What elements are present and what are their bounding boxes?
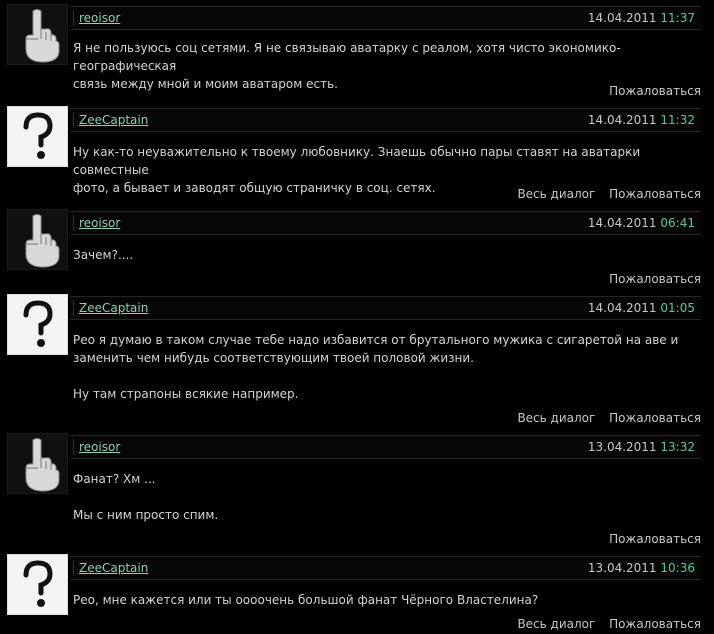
comment-actions: Весь диалог Пожаловаться — [507, 187, 701, 203]
comment-header: reoisor 13.04.2011 13:32 — [70, 435, 701, 459]
dialog-link[interactable]: Весь диалог — [517, 617, 595, 631]
avatar[interactable] — [7, 106, 68, 167]
middle-finger-icon — [8, 210, 67, 269]
comment-date: 13.04.2011 10:36 — [587, 561, 695, 575]
avatar[interactable] — [7, 4, 68, 65]
comment-time: 13:32 — [660, 440, 695, 454]
comment-header: ZeeCaptain 14.04.2011 11:32 — [70, 108, 701, 132]
comment-date: 14.04.2011 01:05 — [587, 301, 695, 315]
report-link[interactable]: Пожаловаться — [609, 272, 701, 286]
comment-date: 13.04.2011 13:32 — [587, 440, 695, 454]
avatar[interactable] — [7, 294, 68, 355]
comment-actions: Пожаловаться — [599, 84, 701, 100]
question-mark-icon — [8, 555, 67, 614]
comment-time: 06:41 — [660, 216, 695, 230]
question-mark-icon — [8, 107, 67, 166]
comment-time: 01:05 — [660, 301, 695, 315]
comment-time: 11:37 — [660, 11, 695, 25]
middle-finger-icon — [8, 434, 67, 493]
comment-header: reoisor 14.04.2011 06:41 — [70, 211, 701, 235]
middle-finger-icon — [8, 5, 67, 64]
comment-text: Фанат? Хм ... ​ Мы с ним просто спим. — [73, 472, 219, 522]
comment-text: Рео, мне кажется или ты оооочень большой… — [73, 593, 539, 607]
comment-date: 14.04.2011 11:32 — [587, 113, 695, 127]
comment-time: 10:36 — [660, 561, 695, 575]
question-mark-icon — [8, 295, 67, 354]
comment-text: Рео я думаю в таком случае тебе надо изб… — [73, 333, 679, 401]
comment-header: ZeeCaptain 13.04.2011 10:36 — [70, 556, 701, 580]
author-link[interactable]: ZeeCaptain — [79, 301, 148, 315]
report-link[interactable]: Пожаловаться — [609, 187, 701, 201]
report-link[interactable]: Пожаловаться — [609, 617, 701, 631]
comment-time: 11:32 — [660, 113, 695, 127]
comment-date: 14.04.2011 06:41 — [587, 216, 695, 230]
author-link[interactable]: reoisor — [79, 11, 120, 25]
report-link[interactable]: Пожаловаться — [609, 411, 701, 425]
avatar[interactable] — [7, 209, 68, 270]
report-link[interactable]: Пожаловаться — [609, 532, 701, 546]
dialog-link[interactable]: Весь диалог — [517, 187, 595, 201]
report-link[interactable]: Пожаловаться — [609, 84, 701, 98]
comment-actions: Весь диалог Пожаловаться — [507, 617, 701, 633]
comment-actions: Весь диалог Пожаловаться — [507, 411, 701, 427]
avatar[interactable] — [7, 433, 68, 494]
author-link[interactable]: reoisor — [79, 440, 120, 454]
comment-header: ZeeCaptain 14.04.2011 01:05 — [70, 296, 701, 320]
comment-date: 14.04.2011 11:37 — [587, 11, 695, 25]
comment-actions: Пожаловаться — [599, 272, 701, 288]
author-link[interactable]: reoisor — [79, 216, 120, 230]
author-link[interactable]: ZeeCaptain — [79, 561, 148, 575]
author-link[interactable]: ZeeCaptain — [79, 113, 148, 127]
comment-header: reoisor 14.04.2011 11:37 — [70, 6, 701, 30]
comment-text: Зачем?.... — [73, 248, 134, 262]
dialog-link[interactable]: Весь диалог — [517, 411, 595, 425]
avatar[interactable] — [7, 554, 68, 615]
comment-actions: Пожаловаться — [599, 532, 701, 548]
